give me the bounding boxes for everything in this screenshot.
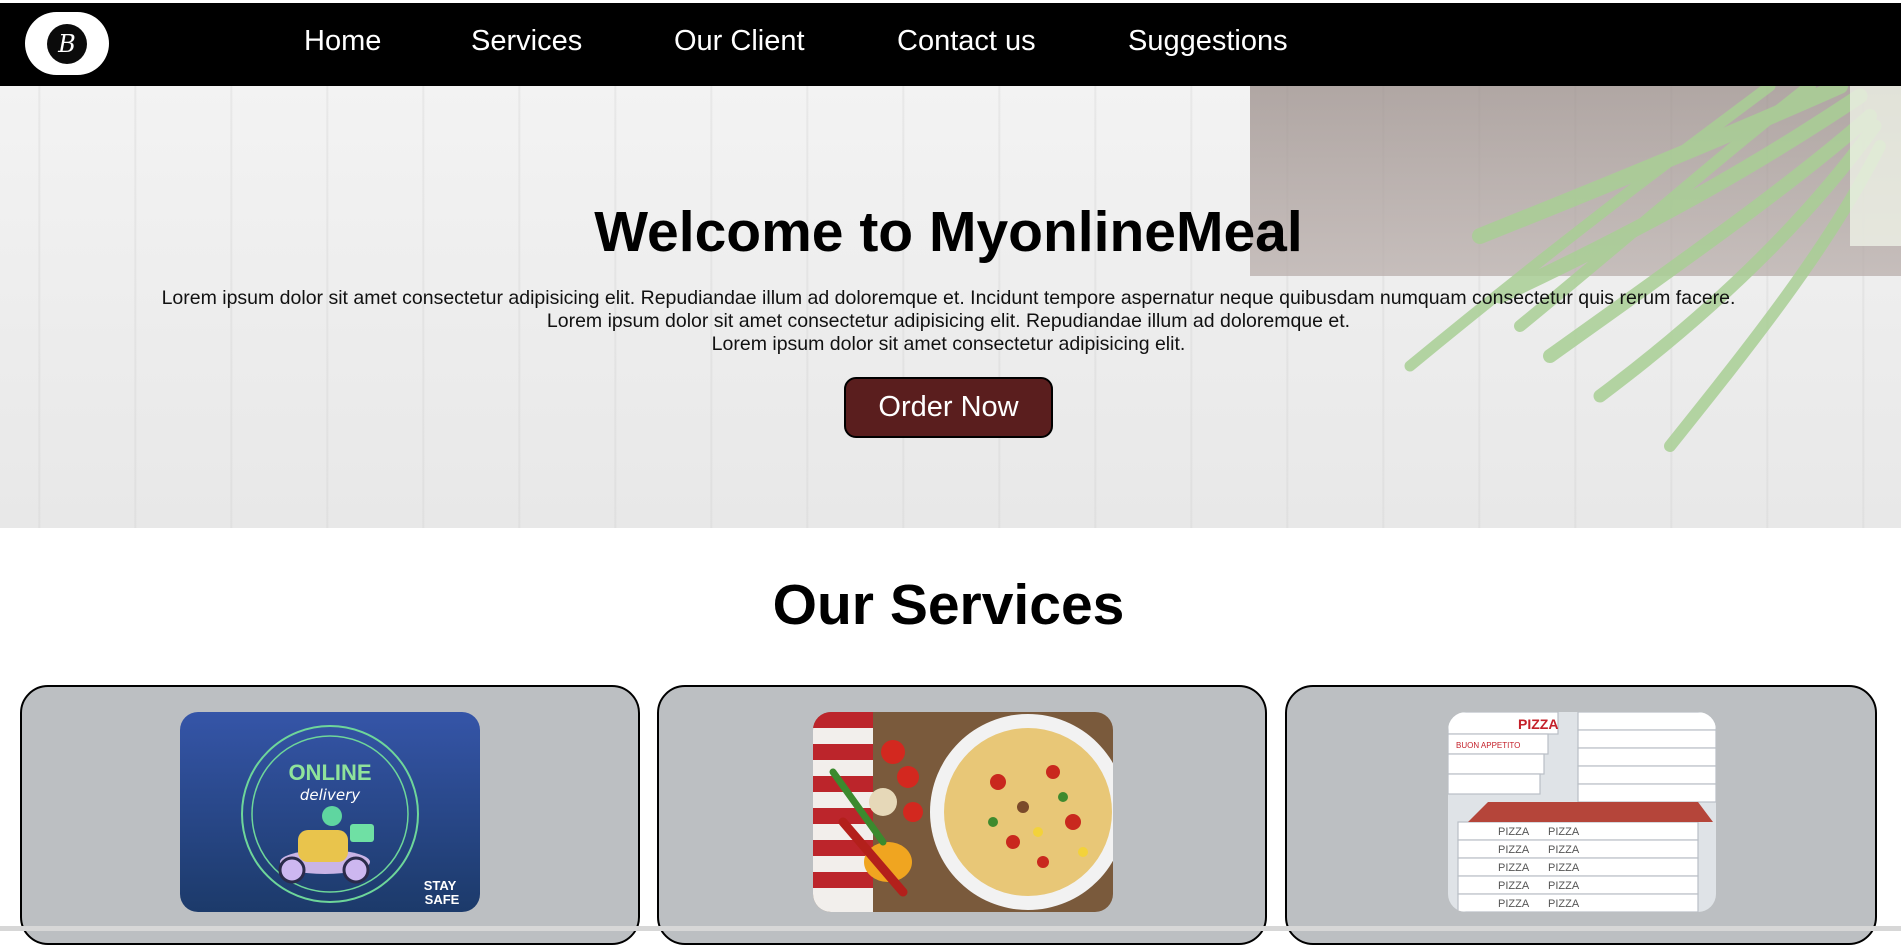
hero-description: Lorem ipsum dolor sit amet consectetur a…: [0, 287, 1897, 356]
top-navbar: B Home Services Our Client Contact us Su…: [0, 3, 1901, 86]
hero-text-line: Lorem ipsum dolor sit amet consectetur a…: [161, 287, 1736, 309]
pizza-boxes-image: PIZZA BUON APPETITO PIZZA PIZZA PIZZA PIZZ…: [1448, 712, 1716, 912]
nav-link-services[interactable]: Services: [471, 25, 582, 58]
svg-text:PIZZA: PIZZA: [1498, 880, 1530, 892]
nav-link-suggestions[interactable]: Suggestions: [1128, 25, 1288, 58]
service-card-boxes[interactable]: PIZZA BUON APPETITO PIZZA PIZZA PIZZA PIZZ…: [1285, 685, 1877, 945]
logo-letter: B: [58, 29, 76, 58]
box-label: PIZZA: [1518, 716, 1558, 732]
stay-text: STAY: [424, 878, 457, 893]
hero-text-line: Lorem ipsum dolor sit amet consectetur a…: [711, 333, 1186, 355]
svg-text:PIZZA: PIZZA: [1498, 862, 1530, 874]
service-card-delivery[interactable]: ONLINE delivery STAY SAFE: [20, 685, 640, 945]
services-title: Our Services: [772, 573, 1125, 637]
box-tag: BUON APPETITO: [1456, 741, 1520, 750]
svg-text:PIZZA: PIZZA: [1548, 862, 1580, 874]
svg-text:PIZZA: PIZZA: [1548, 844, 1580, 856]
delivery-image-subtext: delivery: [300, 786, 361, 804]
svg-text:PIZZA: PIZZA: [1498, 898, 1530, 910]
svg-text:PIZZA: PIZZA: [1498, 844, 1530, 856]
svg-text:PIZZA: PIZZA: [1548, 880, 1580, 892]
page-bottom-edge: [0, 926, 1901, 931]
nav-link-home[interactable]: Home: [304, 25, 381, 58]
svg-text:PIZZA: PIZZA: [1498, 826, 1530, 838]
logo-icon: B: [47, 23, 87, 64]
hero-title: Welcome to MyonlineMeal: [594, 200, 1303, 264]
hero-text-line: Lorem ipsum dolor sit amet consectetur a…: [546, 310, 1351, 332]
svg-text:PIZZA: PIZZA: [1548, 826, 1580, 838]
nav-link-our-client[interactable]: Our Client: [674, 25, 805, 58]
nav-link-contact-us[interactable]: Contact us: [897, 25, 1036, 58]
pizza-vegetables-image: [813, 712, 1113, 912]
hero-section: Welcome to MyonlineMeal Lorem ipsum dolo…: [0, 86, 1901, 528]
delivery-image-text: ONLINE: [288, 760, 371, 785]
online-delivery-image: ONLINE delivery STAY SAFE: [180, 712, 480, 912]
logo[interactable]: B: [25, 12, 109, 75]
safe-text: SAFE: [425, 892, 460, 907]
order-now-button[interactable]: Order Now: [844, 377, 1053, 438]
svg-text:PIZZA: PIZZA: [1548, 898, 1580, 910]
service-card-pizza[interactable]: [657, 685, 1267, 945]
